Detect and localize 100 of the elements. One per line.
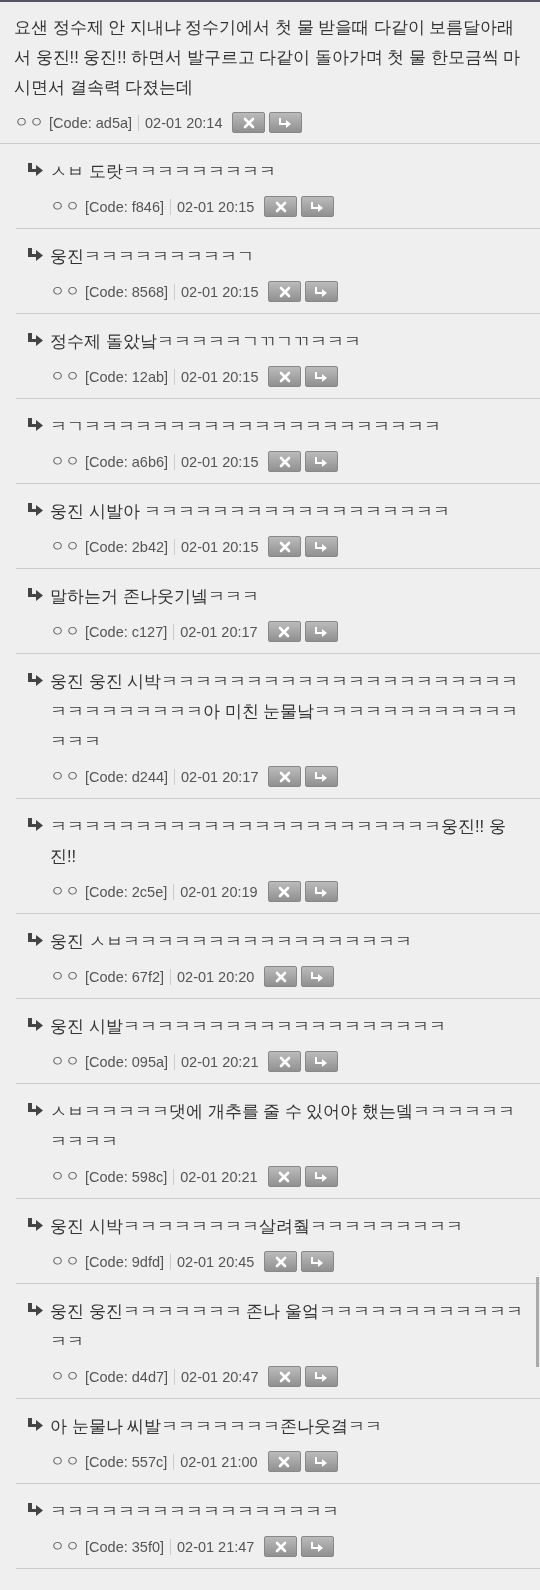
reply-arrow-icon [315, 770, 329, 783]
user-code: [Code: 35f0] [85, 1538, 171, 1555]
reply-arrow-icon [28, 1303, 43, 1316]
reply-button[interactable] [305, 281, 339, 302]
reply-arrow-icon [315, 1055, 329, 1068]
delete-button[interactable] [232, 112, 266, 133]
delete-button[interactable] [264, 1251, 298, 1272]
reply-arrow-icon [28, 1018, 43, 1031]
author-name: ㅇㅇ [50, 1252, 80, 1271]
reply-text: 웅진 시발ㅋㅋㅋㅋㅋㅋㅋㅋㅋㅋㅋㅋㅋㅋㅋㅋㅋㅋㅋ [50, 1016, 447, 1037]
reply-arrow-icon [28, 248, 43, 261]
delete-button[interactable] [264, 1536, 298, 1557]
delete-button[interactable] [267, 881, 301, 902]
delete-button[interactable] [268, 366, 302, 387]
user-code: [Code: 67f2] [85, 968, 171, 985]
reply-arrow-icon [314, 625, 328, 638]
reply-arrow-icon [28, 588, 43, 601]
delete-button[interactable] [268, 766, 302, 787]
reply-button[interactable] [305, 451, 339, 472]
close-icon [278, 885, 291, 898]
reply-button[interactable] [269, 112, 303, 133]
user-code: [Code: 557c] [85, 1453, 175, 1470]
reply-arrow-icon [311, 200, 325, 213]
close-icon [278, 370, 291, 383]
reply-button[interactable] [304, 621, 338, 642]
delete-button[interactable] [267, 1166, 301, 1187]
close-icon [274, 200, 287, 213]
user-code: [Code: ad5a] [49, 114, 140, 131]
author-name: ㅇㅇ [50, 1537, 80, 1556]
reply-text: 웅진 웅진 시박ㅋㅋㅋㅋㅋㅋㅋㅋㅋㅋㅋㅋㅋㅋㅋㅋㅋㅋㅋㅋㅋㅋㅋㅋㅋㅋㅋㅋㅋㅋ아 미친 눈물낰ㅋㅋㅋㅋㅋㅋㅋㅋㅋㅋㅋㅋㅋㅋㅋ [50, 671, 520, 752]
delete-button[interactable] [264, 196, 298, 217]
user-code: [Code: 2c5e] [85, 883, 175, 900]
reply-arrow-icon [314, 1170, 328, 1183]
author-name: ㅇㅇ [50, 882, 80, 901]
close-icon [274, 1540, 287, 1553]
user-code: [Code: d244] [85, 768, 176, 785]
author-name: ㅇㅇ [50, 1052, 80, 1071]
author-name: ㅇㅇ [50, 452, 80, 471]
delete-button[interactable] [267, 621, 301, 642]
reply-text: ㅋㅋㅋㅋㅋㅋㅋㅋㅋㅋㅋㅋㅋㅋㅋㅋㅋㅋㅋㅋㅋㅋㅋ웅진!! 웅진!! [50, 816, 507, 867]
reply-button[interactable] [301, 1536, 335, 1557]
reply-button[interactable] [305, 536, 339, 557]
delete-button[interactable] [264, 966, 298, 987]
reply-arrow-icon [28, 418, 43, 431]
reply-arrow-icon [315, 285, 329, 298]
reply-button[interactable] [305, 766, 339, 787]
reply-button[interactable] [305, 1051, 339, 1072]
reply-arrow-icon [315, 1370, 329, 1383]
reply-arrow-icon [28, 673, 43, 686]
delete-button[interactable] [268, 451, 302, 472]
comment-time: 02-01 20:21 [180, 1168, 258, 1185]
scrollbar[interactable] [536, 1277, 539, 1367]
comment-time: 02-01 20:15 [181, 453, 259, 470]
comment-time: 02-01 20:45 [177, 1253, 255, 1270]
delete-button[interactable] [267, 1451, 301, 1472]
close-icon [278, 1455, 291, 1468]
close-icon [274, 1255, 287, 1268]
user-code: [Code: 2b42] [85, 538, 176, 555]
reply-text: 정수제 돌았낰ㅋㅋㅋㅋㅋㄱㄲㄱㄲㅋㅋㅋ [50, 331, 362, 352]
delete-button[interactable] [268, 281, 302, 302]
close-icon [278, 540, 291, 553]
reply-arrow-icon [279, 116, 293, 129]
user-code: [Code: d4d7] [85, 1368, 176, 1385]
reply-arrow-icon [311, 1540, 325, 1553]
close-icon [278, 455, 291, 468]
reply-text: 웅진 웅진ㅋㅋㅋㅋㅋㅋㅋ 존나 울엌ㅋㅋㅋㅋㅋㅋㅋㅋㅋㅋㅋㅋㅋㅋ [50, 1301, 524, 1352]
author-name: ㅇㅇ [50, 367, 80, 386]
user-code: [Code: c127] [85, 623, 175, 640]
reply-button[interactable] [301, 196, 335, 217]
reply-text: ㅋㅋㅋㅋㅋㅋㅋㅋㅋㅋㅋㅋㅋㅋㅋㅋㅋ [50, 1501, 340, 1522]
close-icon [278, 770, 291, 783]
comment-time: 02-01 20:17 [181, 768, 259, 785]
delete-button[interactable] [268, 1051, 302, 1072]
reply-button[interactable] [301, 966, 335, 987]
user-code: [Code: 598c] [85, 1168, 175, 1185]
close-icon [274, 970, 287, 983]
author-name: ㅇㅇ [50, 537, 80, 556]
reply-button[interactable] [305, 1366, 339, 1387]
reply-arrow-icon [28, 1103, 43, 1116]
reply-button[interactable] [304, 881, 338, 902]
reply-button[interactable] [301, 1251, 335, 1272]
comment-time: 02-01 21:00 [180, 1453, 258, 1470]
reply-arrow-icon [28, 933, 43, 946]
reply-button[interactable] [304, 1451, 338, 1472]
comment-time: 02-01 20:47 [181, 1368, 259, 1385]
comment-time: 02-01 20:15 [181, 283, 259, 300]
author-name: ㅇㅇ [50, 967, 80, 986]
author-name: ㅇㅇ [50, 197, 80, 216]
reply-text: 말하는거 존나웃기넼ㅋㅋㅋ [50, 586, 260, 607]
reply-button[interactable] [305, 366, 339, 387]
reply-arrow-icon [315, 540, 329, 553]
user-code: [Code: 9dfd] [85, 1253, 171, 1270]
delete-button[interactable] [268, 536, 302, 557]
close-icon [242, 116, 255, 129]
delete-button[interactable] [268, 1366, 302, 1387]
reply-button[interactable] [304, 1166, 338, 1187]
reply-arrow-icon [314, 885, 328, 898]
comment-time: 02-01 20:14 [145, 114, 223, 131]
close-icon [278, 1370, 291, 1383]
user-code: [Code: f846] [85, 198, 171, 215]
